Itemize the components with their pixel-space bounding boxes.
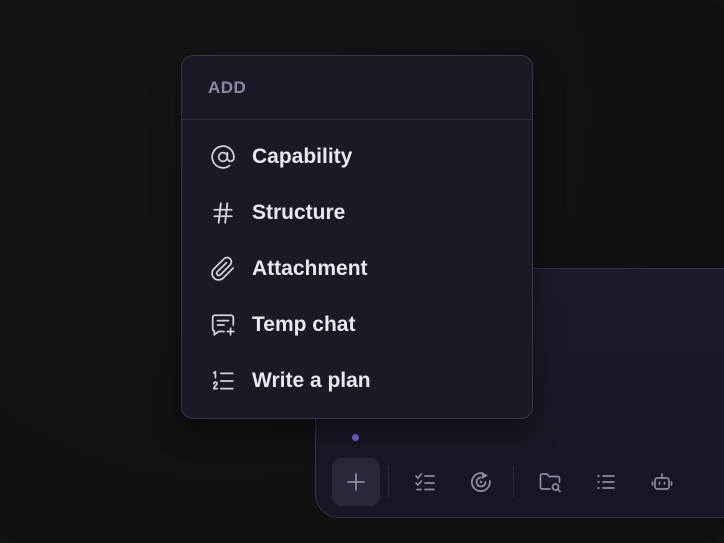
paperclip-icon bbox=[208, 254, 238, 284]
target-play-icon bbox=[470, 472, 491, 493]
list-button[interactable] bbox=[582, 458, 630, 506]
checklist-icon bbox=[415, 473, 435, 491]
menu-item-structure[interactable]: Structure bbox=[182, 185, 532, 241]
status-dot bbox=[352, 434, 359, 441]
list-icon bbox=[597, 475, 615, 489]
menu-item-attachment[interactable]: Attachment bbox=[182, 241, 532, 297]
toolbar-divider bbox=[513, 466, 514, 498]
plus-icon bbox=[347, 473, 365, 491]
menu-list: Capability Structure Attachment Temp cha… bbox=[182, 120, 532, 409]
at-icon bbox=[208, 142, 238, 172]
menu-item-temp-chat[interactable]: Temp chat bbox=[182, 297, 532, 353]
menu-item-write-plan[interactable]: Write a plan bbox=[182, 353, 532, 409]
folder-search-button[interactable] bbox=[526, 458, 574, 506]
numbered-list-icon bbox=[208, 366, 238, 396]
goal-button[interactable] bbox=[457, 458, 505, 506]
agent-button[interactable] bbox=[638, 458, 686, 506]
menu-item-label: Capability bbox=[252, 145, 353, 168]
menu-item-label: Temp chat bbox=[252, 313, 356, 336]
hash-icon bbox=[208, 198, 238, 228]
menu-item-label: Structure bbox=[252, 201, 346, 224]
menu-item-label: Write a plan bbox=[252, 369, 371, 392]
toolbar-divider bbox=[388, 466, 389, 498]
robot-icon bbox=[651, 473, 673, 490]
menu-item-capability[interactable]: Capability bbox=[182, 129, 532, 185]
menu-item-label: Attachment bbox=[252, 257, 368, 280]
checklist-button[interactable] bbox=[401, 458, 449, 506]
composer-toolbar bbox=[332, 458, 694, 506]
add-button[interactable] bbox=[332, 458, 380, 506]
add-menu: ADD Capability Structure Attachment Temp… bbox=[181, 55, 533, 419]
menu-header: ADD bbox=[182, 56, 532, 120]
chat-plus-icon bbox=[208, 310, 238, 340]
folder-search-icon bbox=[539, 473, 561, 493]
